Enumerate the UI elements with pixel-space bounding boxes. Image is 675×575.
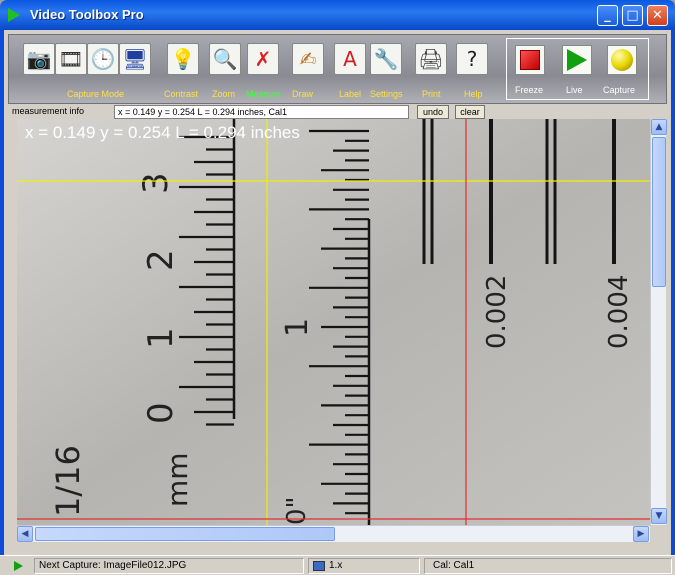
app-window: Video Toolbox Pro _ □ ✕ 📷 🎞 🕒 🖥 💡 🔍 ✗ ✍ A 🔧 🖨? Cap… — [0, 0, 675, 575]
stop-icon — [520, 50, 540, 70]
live-label: Live — [566, 85, 583, 95]
measure-icon: ✗ — [254, 47, 272, 71]
status-play-icon — [14, 561, 23, 571]
ruler-number-3: 3 — [136, 172, 176, 194]
label-tool-label[interactable]: Label — [339, 89, 361, 99]
magnifier-icon: 🔍 — [212, 47, 238, 71]
scroll-down-arrow-icon[interactable]: ▼ — [651, 508, 667, 524]
ruler-unit-fraction: 1/16 — [49, 445, 87, 517]
freeze-button[interactable] — [515, 45, 545, 75]
live-controls-group: Freeze Live Capture — [506, 38, 649, 100]
settings-button[interactable]: 🔧 — [370, 43, 402, 75]
ruler-number-1: 1 — [141, 327, 181, 349]
measurement-info-label: measurement info — [12, 106, 85, 116]
lightbulb-icon: 💡 — [170, 47, 196, 71]
draw-label[interactable]: Draw — [292, 89, 313, 99]
ruler-number-inch-1: 1 — [280, 318, 315, 337]
capture-label: Capture — [603, 85, 636, 95]
scroll-right-arrow-icon[interactable]: ▶ — [633, 526, 649, 542]
ruler-unit-mm: mm — [161, 452, 194, 507]
measurement-info-field[interactable]: x = 0.149 y = 0.254 L = 0.294 inches, Ca… — [114, 105, 409, 119]
freeze-label: Freeze — [515, 85, 544, 95]
measure-button[interactable]: ✗ — [247, 43, 279, 75]
status-bar: Next Capture: ImageFile012.JPG 1.x Cal: … — [0, 555, 675, 575]
undo-button[interactable]: undo — [417, 105, 449, 119]
scroll-left-arrow-icon[interactable]: ◀ — [17, 526, 33, 542]
camera-button[interactable]: 📷 — [23, 43, 55, 75]
label-button[interactable]: A — [334, 43, 366, 75]
monitor-status-icon — [313, 561, 325, 571]
clock-button[interactable]: 🕒 — [87, 43, 119, 75]
play-icon — [567, 49, 587, 71]
draw-icon: ✍ — [299, 47, 317, 71]
ruler-number-2: 2 — [141, 249, 181, 271]
zoom-status-text: 1.x — [329, 560, 343, 571]
scale-label-0004: 0.004 — [604, 275, 634, 349]
ruler-unit-inch: 0" — [282, 496, 312, 525]
clock-icon: 🕒 — [90, 47, 116, 71]
toolbar: 📷 🎞 🕒 🖥 💡 🔍 ✗ ✍ A 🔧 🖨? Capture Mode Contrast Zoom … — [8, 34, 667, 104]
app-logo-icon — [8, 8, 20, 22]
label-icon: A — [343, 47, 357, 71]
zoom-label[interactable]: Zoom — [212, 89, 235, 99]
print-label[interactable]: Print — [422, 89, 441, 99]
measurement-overlay-text: x = 0.149 y = 0.254 L = 0.294 inches — [25, 123, 300, 142]
settings-label[interactable]: Settings — [370, 89, 403, 99]
contrast-label[interactable]: Contrast — [164, 89, 198, 99]
film-button[interactable]: 🎞 — [55, 43, 87, 75]
draw-button[interactable]: ✍ — [292, 43, 324, 75]
help-button[interactable]: ? — [456, 43, 488, 75]
live-button[interactable] — [562, 45, 592, 75]
title-bar[interactable]: Video Toolbox Pro _ □ ✕ — [0, 0, 675, 30]
monitor-button[interactable]: 🖥 — [119, 43, 151, 75]
window-frame-right — [671, 30, 675, 575]
calibration-status: Cal: Cal1 — [424, 558, 672, 574]
close-button[interactable]: ✕ — [647, 5, 668, 26]
minimize-button[interactable]: _ — [597, 5, 618, 26]
print-icon: 🖨 — [418, 47, 444, 71]
magnifier-button[interactable]: 🔍 — [209, 43, 241, 75]
measure-label[interactable]: Measure — [246, 89, 281, 99]
clear-button[interactable]: clear — [455, 105, 485, 119]
capture-ball-icon — [611, 49, 633, 71]
horizontal-scroll-thumb[interactable] — [35, 527, 335, 541]
video-viewport[interactable]: 3 2 1 0 1 mm 1/16 0" 0.002 0.004 x = 0.1… — [17, 119, 650, 525]
settings-icon: 🔧 — [373, 47, 399, 71]
horizontal-scrollbar[interactable]: ◀ ▶ — [17, 525, 650, 542]
window-title: Video Toolbox Pro — [30, 7, 144, 22]
capture-mode-label[interactable]: Capture Mode — [67, 89, 124, 99]
scale-label-0002: 0.002 — [482, 275, 512, 349]
measurement-row: measurement info x = 0.149 y = 0.254 L =… — [8, 104, 667, 120]
lightbulb-button[interactable]: 💡 — [167, 43, 199, 75]
capture-button[interactable] — [607, 45, 637, 75]
camera-icon: 📷 — [26, 47, 52, 71]
help-label[interactable]: Help — [464, 89, 483, 99]
vertical-scrollbar[interactable]: ▲ ▼ — [650, 119, 667, 525]
ruler-number-0: 0 — [141, 402, 181, 424]
help-icon: ? — [466, 47, 478, 71]
next-capture-status: Next Capture: ImageFile012.JPG — [34, 558, 304, 574]
scroll-up-arrow-icon[interactable]: ▲ — [651, 119, 667, 135]
maximize-button[interactable]: □ — [622, 5, 643, 26]
ruler-image: 3 2 1 0 1 mm 1/16 0" 0.002 0.004 x = 0.1… — [17, 119, 650, 525]
vertical-scroll-thumb[interactable] — [652, 137, 666, 287]
print-button[interactable]: 🖨 — [415, 43, 447, 75]
film-icon: 🎞 — [58, 47, 84, 71]
monitor-icon: 🖥 — [122, 47, 148, 71]
